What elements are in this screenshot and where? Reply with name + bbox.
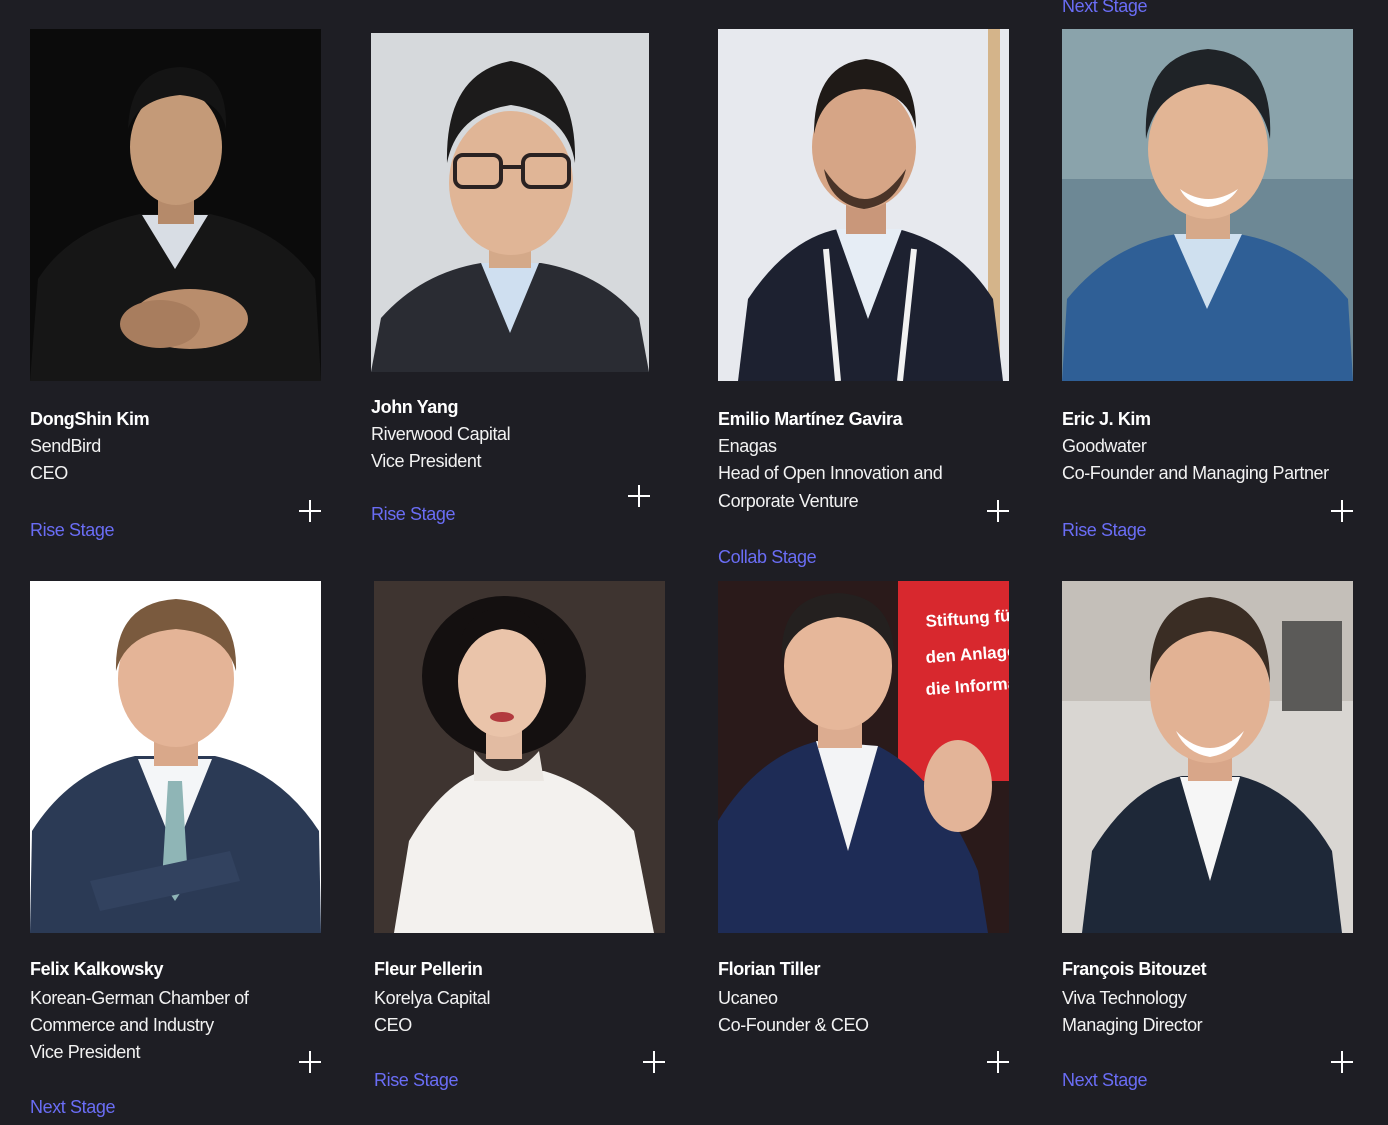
stage-link[interactable]: Rise Stage [374, 1067, 458, 1094]
expand-plus-icon[interactable] [643, 1051, 665, 1073]
speaker-company: Enagas [718, 436, 777, 456]
speaker-role: Corporate Venture [718, 491, 859, 511]
speaker-name: Fleur Pellerin [374, 959, 483, 979]
speaker-name: John Yang [371, 397, 459, 417]
speaker-company: Goodwater [1062, 436, 1147, 456]
expand-plus-icon[interactable] [987, 1051, 1009, 1073]
speaker-company: Korelya Capital [374, 988, 491, 1008]
stage-link[interactable]: Rise Stage [30, 517, 114, 544]
speaker-photo-eric-j-kim[interactable] [1062, 29, 1353, 381]
speaker-name: Felix Kalkowsky [30, 959, 164, 979]
speaker-photo-john-yang[interactable] [371, 33, 649, 372]
expand-plus-icon[interactable] [1331, 500, 1353, 522]
speaker-name: François Bitouzet [1062, 959, 1207, 979]
expand-plus-icon[interactable] [987, 500, 1009, 522]
speaker-role: Managing Director [1062, 1015, 1203, 1035]
speaker-company: Ucaneo [718, 988, 778, 1008]
speaker-name: Florian Tiller [718, 959, 821, 979]
speaker-company: Riverwood Capital [371, 424, 511, 444]
stage-link[interactable]: Rise Stage [1062, 517, 1146, 544]
speaker-role: CEO [30, 463, 68, 483]
speaker-company: Commerce and Industry [30, 1015, 214, 1035]
expand-plus-icon[interactable] [299, 1051, 321, 1073]
stage-link[interactable]: Next Stage [30, 1094, 115, 1121]
speaker-name: Eric J. Kim [1062, 409, 1151, 429]
speaker-role: Co-Founder & CEO [718, 1015, 869, 1035]
expand-plus-icon[interactable] [1331, 1051, 1353, 1073]
expand-plus-icon[interactable] [628, 485, 650, 507]
expand-plus-icon[interactable] [299, 500, 321, 522]
speaker-photo-florian-tiller[interactable]: Stiftung für d den Anlagenl die Informat… [718, 581, 1009, 933]
speaker-role: CEO [374, 1015, 412, 1035]
speaker-name: Emilio Martínez Gavira [718, 409, 903, 429]
speaker-photo-francois-bitouzet[interactable] [1062, 581, 1353, 933]
speaker-role: Head of Open Innovation and [718, 463, 943, 483]
stage-link[interactable]: Rise Stage [371, 501, 455, 528]
speaker-photo-emilio-martinez-gavira[interactable] [718, 29, 1009, 381]
stage-link[interactable]: Collab Stage [718, 544, 817, 571]
speaker-name: DongShin Kim [30, 409, 150, 429]
speaker-photo-dongshin-kim[interactable] [30, 29, 321, 381]
speaker-role: Co-Founder and Managing Partner [1062, 463, 1329, 483]
stage-link-top[interactable]: Next Stage [1062, 0, 1147, 20]
stage-link[interactable]: Next Stage [1062, 1067, 1147, 1094]
speaker-company: SendBird [30, 436, 101, 456]
speaker-grid: Next Stage DongShin Kim SendBird CEO Ris… [0, 0, 1388, 1125]
speaker-company: Viva Technology [1062, 988, 1187, 1008]
speaker-photo-felix-kalkowsky[interactable] [30, 581, 321, 933]
speaker-photo-fleur-pellerin[interactable] [374, 581, 665, 933]
speaker-role: Vice President [371, 451, 482, 471]
speaker-role: Vice President [30, 1042, 141, 1062]
speaker-company: Korean-German Chamber of [30, 988, 249, 1008]
